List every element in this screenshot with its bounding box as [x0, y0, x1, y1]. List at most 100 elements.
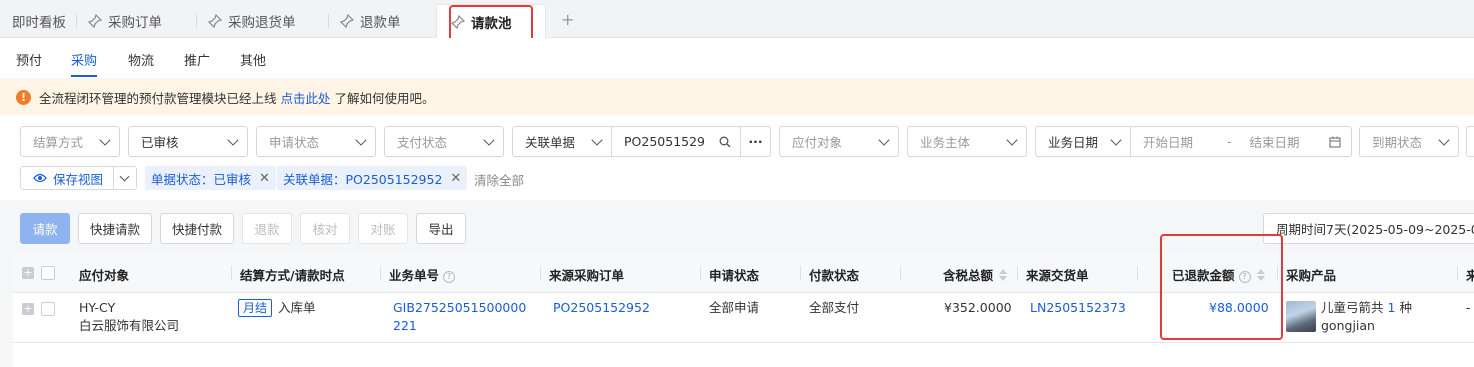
tab-label: 退款单 — [360, 15, 401, 31]
related-doc-type-select[interactable]: 关联单据 — [512, 126, 612, 157]
column-divider — [540, 266, 541, 280]
subtab-other[interactable]: 其他 — [240, 50, 266, 69]
payee-cell: HY-CY 白云服饰有限公司 — [79, 299, 179, 335]
help-icon[interactable]: ? — [443, 271, 456, 283]
apply-status-cell: 全部申请 — [709, 300, 760, 315]
start-date-placeholder[interactable]: 开始日期 — [1143, 132, 1193, 151]
tab-refund[interactable]: 退款单 — [340, 4, 401, 38]
save-view-button[interactable]: 保存视图 — [20, 166, 137, 190]
save-view-label: 保存视图 — [53, 171, 104, 187]
quick-request-button[interactable]: 快捷请款 — [78, 213, 152, 244]
date-type-select[interactable]: 业务日期 — [1035, 126, 1131, 157]
product-name: 儿童弓箭共 — [1321, 300, 1384, 315]
category-tabs: 预付 采购 物流 推广 其他 — [0, 38, 1474, 78]
notice-link[interactable]: 点击此处 — [281, 88, 331, 107]
row-checkbox[interactable] — [41, 302, 55, 316]
select-value: 业务日期 — [1048, 135, 1099, 150]
biz-no-line: GIB27525051500000 — [393, 300, 527, 315]
tab-dashboard[interactable]: 即时看板 — [12, 4, 66, 38]
tab-bar: 即时看板 采购订单 采购退货单 退款单 请款池 + — [0, 0, 1474, 38]
pin-icon[interactable] — [208, 14, 222, 28]
close-icon[interactable]: ✕ — [450, 171, 461, 186]
refund-button[interactable]: 退款 — [242, 213, 292, 244]
tab-divider — [328, 14, 329, 28]
calendar-icon — [1329, 136, 1341, 148]
expand-all-icon[interactable]: + — [22, 267, 34, 279]
header-truncated: 来 — [1466, 268, 1474, 283]
clear-all-button[interactable]: 清除全部 — [474, 170, 524, 189]
biz-no-line: 221 — [393, 318, 417, 333]
delivery-no-link[interactable]: LN2505152373 — [1030, 299, 1126, 317]
input-value: PO25051529 — [624, 134, 704, 149]
settle-cell: 月结 入库单 — [238, 299, 316, 317]
subtab-purchase[interactable]: 采购 — [71, 50, 97, 69]
select-placeholder: 结算方式 — [33, 135, 84, 150]
subtab-prepay[interactable]: 预付 — [16, 50, 42, 69]
column-divider — [231, 266, 232, 280]
period-selector[interactable]: 周期时间7天(2025-05-09~2025-05-15) — [1263, 213, 1474, 244]
tab-label: 采购退货单 — [228, 15, 296, 31]
payee-name: 白云服饰有限公司 — [79, 318, 180, 333]
notice-text-suffix: 了解如何使用吧。 — [334, 90, 435, 106]
column-divider — [800, 266, 801, 280]
product-count-link[interactable]: 1 — [1388, 300, 1396, 315]
header-total-tax[interactable]: 含税总额 — [943, 265, 1008, 284]
subtab-logistics[interactable]: 物流 — [128, 50, 154, 69]
tab-divider — [76, 14, 77, 28]
tab-purchase-return[interactable]: 采购退货单 — [208, 4, 296, 38]
add-tab-icon[interactable]: + — [561, 10, 574, 29]
close-icon[interactable]: ✕ — [259, 171, 270, 186]
pay-status-select[interactable]: 支付状态 — [384, 126, 504, 157]
select-placeholder: 到期状态 — [1372, 135, 1423, 150]
date-range-picker[interactable]: 开始日期 - 结束日期 — [1130, 126, 1352, 157]
reconcile-button[interactable]: 对账 — [358, 213, 408, 244]
chevron-down-icon — [1006, 134, 1018, 146]
button-divider — [113, 167, 114, 189]
source-po-link[interactable]: PO2505152952 — [553, 299, 650, 317]
tab-purchase-order[interactable]: 采购订单 — [88, 4, 162, 38]
apply-status-select[interactable]: 申请状态 — [256, 126, 376, 157]
header-delivery-no: 来源交货单 — [1026, 268, 1089, 283]
column-divider — [380, 266, 381, 280]
pin-icon[interactable] — [340, 14, 354, 28]
search-icon[interactable] — [719, 136, 731, 148]
header-payee: 应付对象 — [79, 268, 130, 283]
column-divider — [1137, 266, 1138, 280]
business-entity-select[interactable]: 业务主体 — [907, 126, 1027, 157]
chevron-down-icon — [227, 134, 239, 146]
chevron-down-icon[interactable] — [119, 171, 130, 182]
chevron-down-icon — [483, 134, 495, 146]
product-sku: gongjian — [1321, 318, 1375, 333]
overflow-filter[interactable] — [1466, 126, 1474, 157]
settle-method-select[interactable]: 结算方式 — [20, 126, 120, 157]
related-doc-input[interactable]: PO25051529 — [611, 126, 741, 157]
biz-no-link[interactable]: GIB27525051500000 221 — [393, 299, 526, 335]
audit-status-select[interactable]: 已审核 — [128, 126, 248, 157]
due-status-select[interactable]: 到期状态 — [1359, 126, 1459, 157]
subtab-promotion[interactable]: 推广 — [184, 50, 210, 69]
end-date-placeholder[interactable]: 结束日期 — [1250, 132, 1300, 151]
select-value: 已审核 — [141, 135, 179, 150]
tab-label: 采购订单 — [108, 15, 162, 31]
column-divider — [1457, 266, 1458, 280]
export-button[interactable]: 导出 — [416, 213, 466, 244]
sort-icon[interactable] — [999, 269, 1008, 281]
filter-chip-related-doc: 关联单据：PO2505152952 ✕ — [277, 166, 468, 190]
select-placeholder: 应付对象 — [792, 135, 843, 150]
more-icon: ··· — [748, 134, 763, 149]
verify-button[interactable]: 核对 — [300, 213, 350, 244]
truncated-cell: - — [1466, 300, 1471, 315]
active-subtab-indicator — [71, 75, 97, 77]
pin-icon[interactable] — [88, 14, 102, 28]
product-thumbnail[interactable] — [1286, 301, 1316, 332]
notice-banner: ! 全流程闭环管理的预付款管理模块已经上线 点击此处 了解如何使用吧。 — [0, 79, 1474, 115]
quick-pay-button[interactable]: 快捷付款 — [160, 213, 234, 244]
request-payment-button[interactable]: 请款 — [20, 213, 70, 244]
expand-row-icon[interactable]: + — [22, 303, 34, 315]
pay-status-cell: 全部支付 — [809, 300, 860, 315]
select-all-checkbox[interactable] — [41, 266, 55, 280]
more-options-button[interactable]: ··· — [740, 126, 771, 157]
payee-select[interactable]: 应付对象 — [779, 126, 899, 157]
header-label: 业务单号 — [389, 268, 440, 283]
total-tax-cell: ¥352.0000 — [944, 300, 1012, 315]
